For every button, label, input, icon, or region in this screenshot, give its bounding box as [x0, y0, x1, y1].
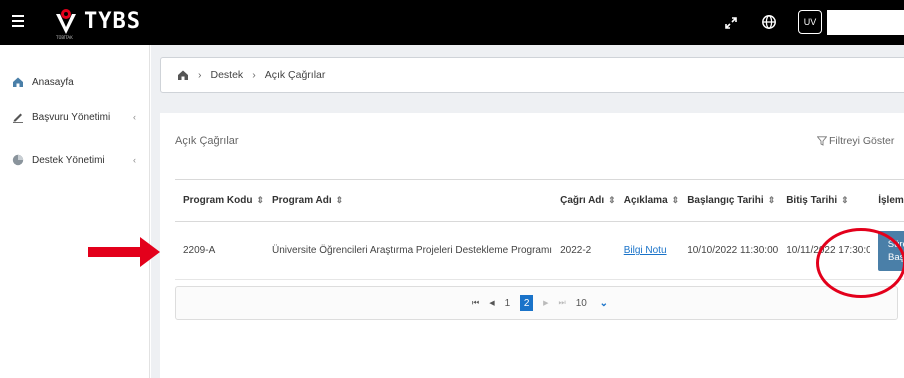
column-header-program-adi[interactable]: Program Adı ⇕: [264, 179, 553, 222]
chevron-left-icon: ‹: [133, 112, 136, 122]
table-header-row: Program Kodu ⇕ Program Adı ⇕ Çağrı Adı ⇕ Aç…: [175, 179, 904, 222]
column-header-aciklama[interactable]: Açıklama ⇕: [615, 179, 680, 222]
breadcrumb-item-destek[interactable]: Destek: [211, 69, 244, 81]
menu-icon[interactable]: [12, 15, 24, 27]
sidebar: Anasayfa Başvuru Yönetimi ‹ Destek Yönet…: [0, 45, 150, 378]
last-page-icon[interactable]: ⏭: [559, 298, 566, 308]
cell-program-adi: Üniversite Öğrencileri Araştırma Projele…: [264, 221, 553, 280]
top-bar: TÜBİTAK TYBS UV: [0, 0, 904, 45]
filter-icon: [817, 136, 827, 146]
home-icon[interactable]: [177, 69, 189, 81]
prev-page-icon[interactable]: ◀: [489, 299, 494, 307]
breadcrumb-separator: ›: [252, 69, 256, 81]
sidebar-item-label: Başvuru Yönetimi: [32, 111, 111, 123]
red-circle-annotation: [816, 228, 904, 298]
cell-aciklama: Bilgi Notu: [615, 221, 680, 280]
main-content: › Destek › Açık Çağrılar Açık Çağrılar F…: [151, 45, 904, 378]
breadcrumb-item-acik-cagrilar: Açık Çağrılar: [264, 69, 326, 81]
panel-title: Açık Çağrılar: [175, 135, 239, 147]
topbar-search-input[interactable]: [827, 10, 904, 35]
sort-icon[interactable]: ⇕: [336, 195, 344, 205]
chevron-down-icon: ⌄: [599, 297, 609, 309]
sort-icon[interactable]: ⇕: [608, 195, 616, 205]
cell-program-kodu: 2209-A: [175, 221, 264, 280]
sidebar-item-label: Anasayfa: [32, 76, 74, 88]
open-calls-table: Program Kodu ⇕ Program Adı ⇕ Çağrı Adı ⇕ Aç…: [175, 179, 904, 280]
table-row: 2209-A Üniversite Öğrencileri Araştırma …: [175, 221, 904, 280]
pencil-icon: [13, 113, 23, 123]
column-header-baslangic-tarihi[interactable]: Başlangıç Tarihi ⇕: [679, 179, 779, 222]
page-number-1[interactable]: 1: [505, 298, 511, 309]
chevron-left-icon: ‹: [133, 155, 136, 165]
page-size-select[interactable]: 10 ⌄: [576, 298, 608, 309]
column-header-bitis-tarihi[interactable]: Bitiş Tarihi ⇕: [778, 179, 871, 222]
breadcrumb-separator: ›: [198, 69, 202, 81]
sidebar-item-label: Destek Yönetimi: [32, 154, 105, 166]
column-header-cagri-adi[interactable]: Çağrı Adı ⇕: [552, 179, 616, 222]
sidebar-item-basvuru-yonetimi[interactable]: Başvuru Yönetimi ‹: [0, 106, 150, 128]
logo-subtitle: TÜBİTAK: [56, 35, 73, 40]
sort-icon[interactable]: ⇕: [256, 195, 264, 205]
tubitak-logo-icon: [56, 9, 76, 34]
open-calls-panel: Açık Çağrılar Filtreyi Göster Program Ko…: [160, 113, 904, 378]
column-header-program-kodu[interactable]: Program Kodu ⇕: [175, 179, 264, 222]
sort-icon[interactable]: ⇕: [841, 195, 849, 205]
column-header-islem: İşlem: [870, 179, 904, 222]
sort-icon[interactable]: ⇕: [768, 195, 776, 205]
app-logo-text: TYBS: [84, 9, 141, 34]
globe-icon[interactable]: [761, 14, 777, 30]
first-page-icon[interactable]: ⏮: [472, 298, 479, 308]
page-number-2[interactable]: 2: [520, 295, 534, 311]
breadcrumb: › Destek › Açık Çağrılar: [160, 57, 904, 93]
expand-icon[interactable]: [724, 16, 738, 30]
pie-chart-icon: [12, 154, 24, 166]
home-icon: [13, 77, 23, 87]
sidebar-item-anasayfa[interactable]: Anasayfa: [0, 71, 150, 93]
sidebar-item-destek-yonetimi[interactable]: Destek Yönetimi ‹: [0, 149, 150, 171]
pagination-bar: ⏮ ◀ 1 2 ▶ ⏭ 10 ⌄: [175, 286, 898, 320]
next-page-icon[interactable]: ▶: [543, 299, 548, 307]
red-arrow-annotation-icon: [88, 237, 160, 267]
info-note-link[interactable]: Bilgi Notu: [624, 245, 667, 256]
cell-baslangic-tarihi: 10/10/2022 11:30:00: [679, 221, 779, 280]
show-filter-button[interactable]: Filtreyi Göster: [817, 135, 894, 147]
user-avatar[interactable]: UV: [798, 10, 822, 34]
cell-cagri-adi: 2022-2: [552, 221, 616, 280]
sort-icon[interactable]: ⇕: [672, 195, 680, 205]
show-filter-label: Filtreyi Göster: [829, 135, 895, 147]
